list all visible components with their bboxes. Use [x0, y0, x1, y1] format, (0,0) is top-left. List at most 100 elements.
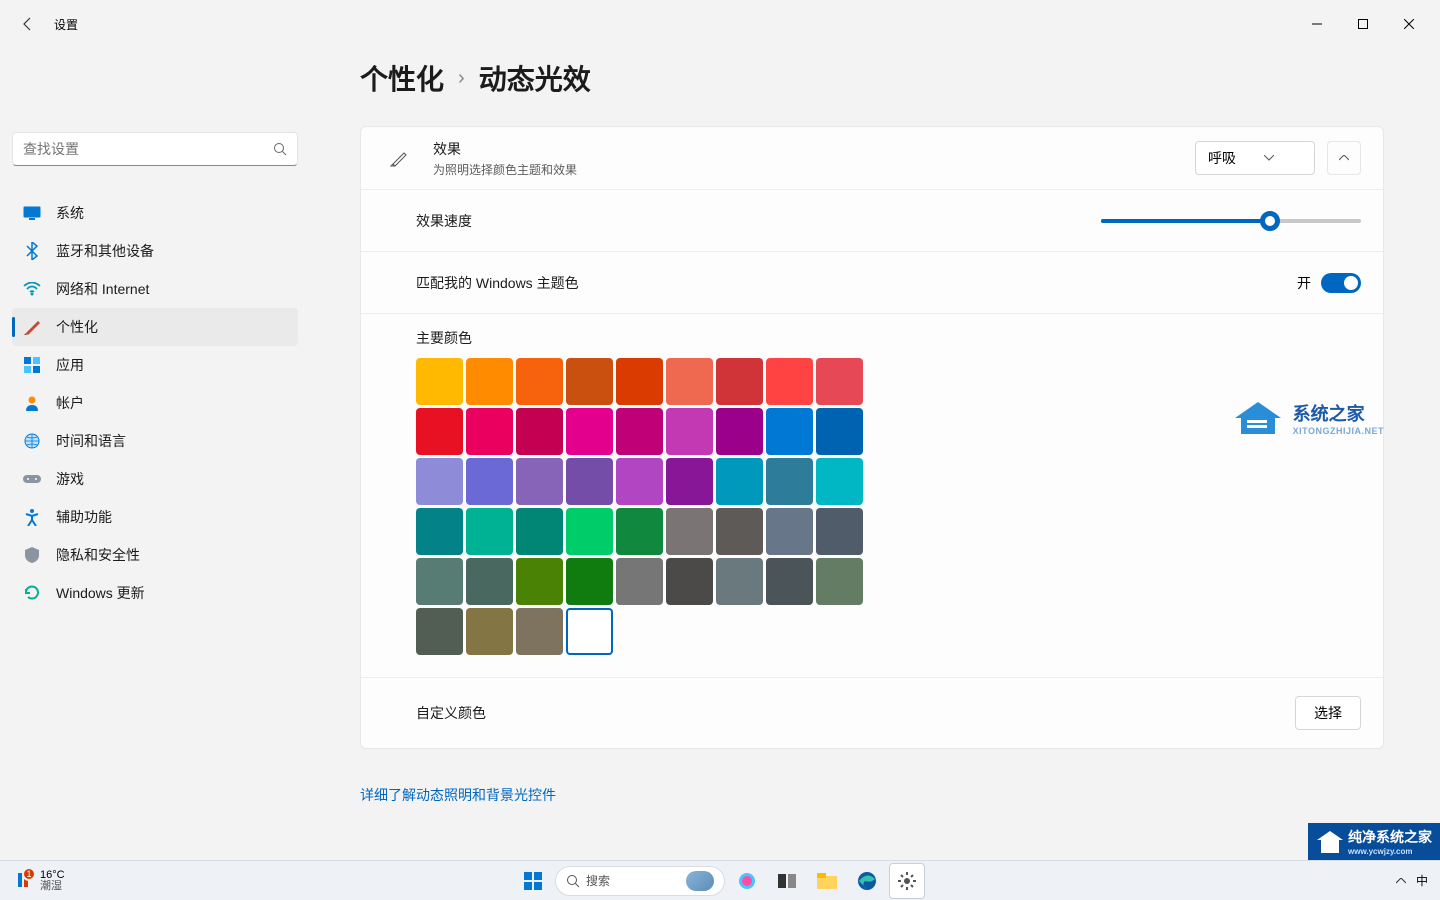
watermark2-title: 纯净系统之家: [1348, 829, 1432, 845]
system-icon: [22, 203, 42, 223]
color-swatch[interactable]: [566, 558, 613, 605]
color-swatch[interactable]: [616, 358, 663, 405]
minimize-button[interactable]: [1294, 8, 1340, 40]
color-swatch[interactable]: [566, 408, 613, 455]
nav-item-update[interactable]: Windows 更新: [12, 574, 298, 612]
color-swatch[interactable]: [416, 508, 463, 555]
color-swatch[interactable]: [516, 608, 563, 655]
color-swatch[interactable]: [766, 358, 813, 405]
color-swatch[interactable]: [766, 458, 813, 505]
nav-item-bluetooth[interactable]: 蓝牙和其他设备: [12, 232, 298, 270]
search-icon: [566, 874, 580, 888]
color-swatch[interactable]: [466, 458, 513, 505]
breadcrumb-parent[interactable]: 个性化: [360, 58, 444, 98]
effect-dropdown[interactable]: 呼吸: [1195, 141, 1315, 175]
color-swatch[interactable]: [766, 408, 813, 455]
nav-item-personalization[interactable]: 个性化: [12, 308, 298, 346]
color-swatch[interactable]: [516, 408, 563, 455]
match-accent-toggle[interactable]: [1321, 273, 1361, 293]
color-swatch[interactable]: [616, 558, 663, 605]
color-swatch[interactable]: [616, 508, 663, 555]
nav-item-network[interactable]: 网络和 Internet: [12, 270, 298, 308]
house-icon: [1233, 400, 1283, 436]
color-swatch[interactable]: [816, 358, 863, 405]
color-swatch[interactable]: [666, 558, 713, 605]
color-swatch[interactable]: [416, 608, 463, 655]
color-swatch[interactable]: [766, 558, 813, 605]
edge-icon[interactable]: [849, 863, 885, 899]
color-swatch[interactable]: [816, 508, 863, 555]
nav-item-gaming[interactable]: 游戏: [12, 460, 298, 498]
color-swatch[interactable]: [716, 358, 763, 405]
color-swatch[interactable]: [616, 408, 663, 455]
choose-button[interactable]: 选择: [1295, 696, 1361, 730]
ime-indicator[interactable]: 中: [1416, 872, 1428, 889]
color-swatch[interactable]: [666, 508, 713, 555]
color-swatch[interactable]: [716, 458, 763, 505]
taskbar-search[interactable]: 搜索: [555, 866, 725, 896]
custom-color-row: 自定义颜色 选择: [361, 677, 1383, 748]
back-button[interactable]: [8, 4, 48, 44]
weather-desc: 潮湿: [40, 881, 65, 892]
close-button[interactable]: [1386, 8, 1432, 40]
nav-item-accounts[interactable]: 帐户: [12, 384, 298, 422]
color-swatch[interactable]: [766, 508, 813, 555]
color-swatch[interactable]: [666, 408, 713, 455]
color-swatch[interactable]: [716, 508, 763, 555]
effects-subtitle: 为照明选择颜色主题和效果: [433, 161, 1195, 178]
color-swatch[interactable]: [416, 558, 463, 605]
speed-label: 效果速度: [416, 211, 1101, 231]
copilot-icon[interactable]: [729, 863, 765, 899]
color-swatch[interactable]: [816, 458, 863, 505]
brush-icon: [383, 149, 415, 167]
nav-item-time[interactable]: 时间和语言: [12, 422, 298, 460]
search-input[interactable]: [23, 141, 273, 157]
weather-badge: 1: [22, 867, 36, 881]
house-icon: [1316, 830, 1344, 854]
color-swatch[interactable]: [616, 458, 663, 505]
color-swatch[interactable]: [716, 408, 763, 455]
speed-row: 效果速度: [361, 189, 1383, 251]
color-swatch[interactable]: [516, 358, 563, 405]
color-swatch[interactable]: [566, 458, 613, 505]
color-swatch[interactable]: [816, 558, 863, 605]
settings-icon[interactable]: [889, 863, 925, 899]
color-swatch[interactable]: [466, 558, 513, 605]
search-icon: [273, 142, 287, 156]
speed-slider[interactable]: [1101, 219, 1361, 223]
maximize-button[interactable]: [1340, 8, 1386, 40]
nav-item-accessibility[interactable]: 辅助功能: [12, 498, 298, 536]
color-swatch[interactable]: [816, 408, 863, 455]
color-swatch[interactable]: [716, 558, 763, 605]
taskbar-weather[interactable]: 1 16°C 潮湿: [0, 869, 75, 893]
tray-chevron-icon[interactable]: [1396, 878, 1406, 884]
color-swatch[interactable]: [516, 558, 563, 605]
search-box[interactable]: [12, 132, 298, 166]
color-swatch[interactable]: [416, 458, 463, 505]
nav-item-privacy[interactable]: 隐私和安全性: [12, 536, 298, 574]
breadcrumb: 个性化 › 动态光效: [360, 58, 1384, 98]
color-swatch[interactable]: [566, 508, 613, 555]
collapse-button[interactable]: [1327, 141, 1361, 175]
nav-item-system[interactable]: 系统: [12, 194, 298, 232]
start-button[interactable]: [515, 863, 551, 899]
color-swatch[interactable]: [466, 408, 513, 455]
color-swatch[interactable]: [416, 358, 463, 405]
color-swatch[interactable]: [666, 458, 713, 505]
color-swatch[interactable]: [516, 458, 563, 505]
explorer-icon[interactable]: [809, 863, 845, 899]
color-swatch[interactable]: [566, 358, 613, 405]
nav-label: 蓝牙和其他设备: [56, 241, 154, 261]
color-swatch[interactable]: [466, 358, 513, 405]
color-swatch[interactable]: [416, 408, 463, 455]
match-accent-row: 匹配我的 Windows 主题色 开: [361, 251, 1383, 313]
color-swatch[interactable]: [466, 608, 513, 655]
color-swatch[interactable]: [466, 508, 513, 555]
learn-more-link[interactable]: 详细了解动态照明和背景光控件: [360, 785, 1384, 805]
color-swatch[interactable]: [516, 508, 563, 555]
color-swatch[interactable]: [666, 358, 713, 405]
task-view-icon[interactable]: [769, 863, 805, 899]
nav-item-apps[interactable]: 应用: [12, 346, 298, 384]
color-swatch[interactable]: [566, 608, 613, 655]
color-block: 主要颜色: [361, 313, 1383, 677]
